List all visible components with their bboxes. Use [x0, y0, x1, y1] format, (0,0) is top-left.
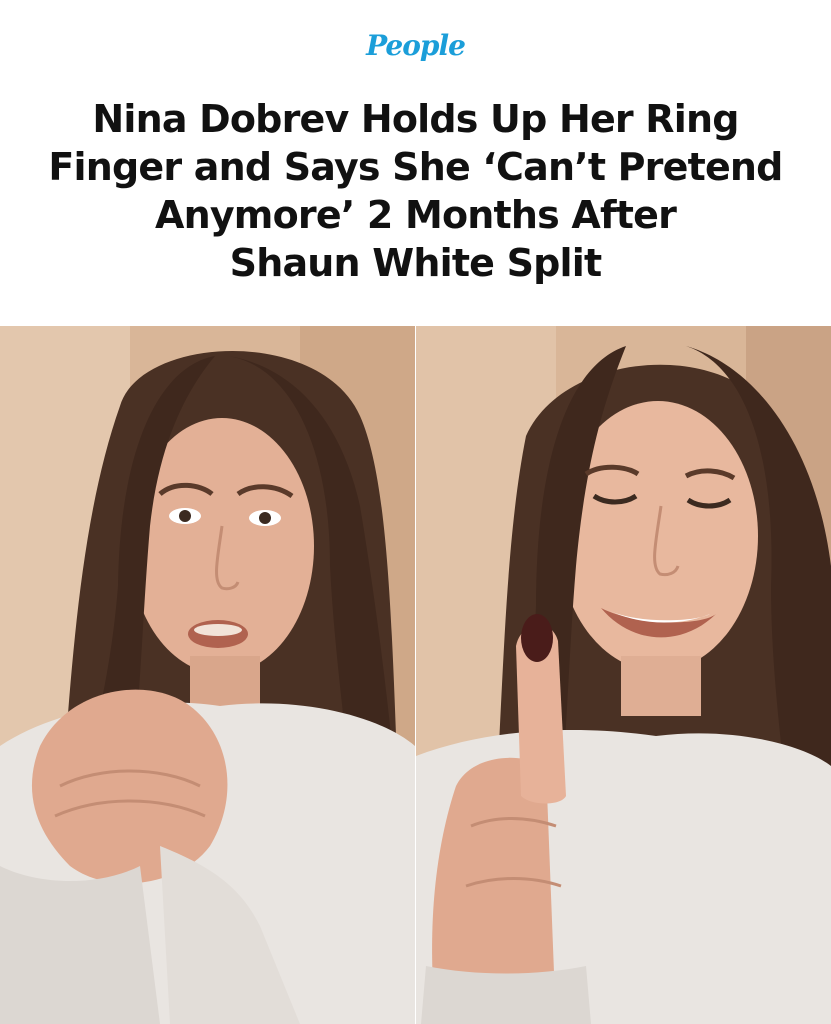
woman-holding-up-finger-image	[416, 326, 831, 1024]
left-photo	[0, 326, 415, 1024]
article-page: People Nina Dobrev Holds Up Her Ring Fin…	[0, 0, 831, 1024]
people-logo[interactable]: People	[366, 28, 466, 64]
article-headline: Nina Dobrev Holds Up Her Ring Finger and…	[40, 95, 791, 287]
right-photo	[416, 326, 831, 1024]
headline-line-4: Shaun White Split	[229, 241, 603, 285]
woman-clutching-hands-image	[0, 326, 415, 1024]
headline-line-1: Nina Dobrev Holds Up Her Ring	[92, 97, 739, 141]
photo-collage	[0, 326, 831, 1024]
masthead: People	[0, 28, 831, 68]
headline-line-3: Anymore’ 2 Months After	[154, 193, 677, 237]
headline-line-2: Finger and Says She ‘Can’t Pretend	[48, 145, 783, 189]
